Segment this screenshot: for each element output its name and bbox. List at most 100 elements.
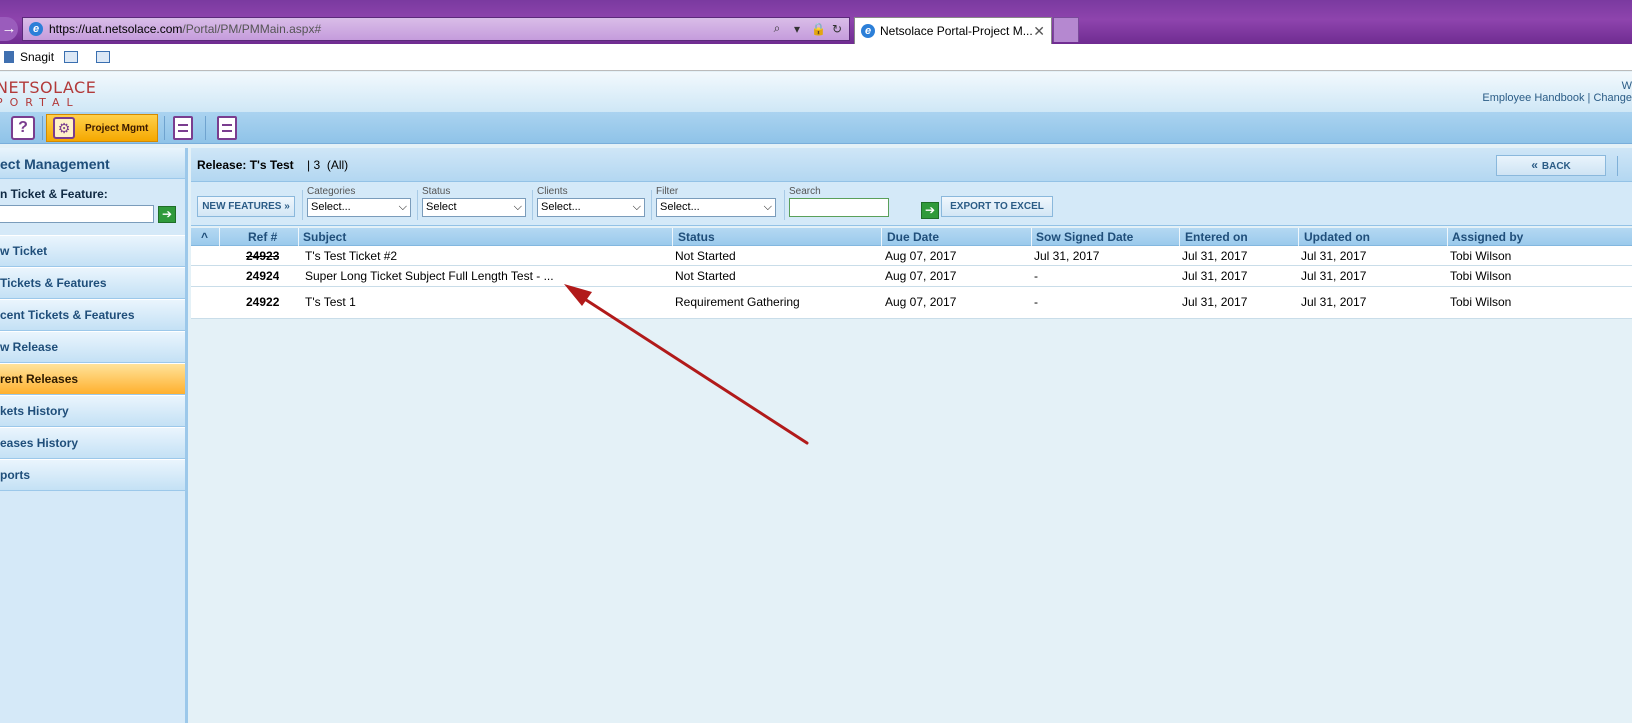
back-button[interactable]: «BACK [1496,155,1606,176]
cell-subject[interactable]: T's Test 1 [305,295,356,309]
cell-ref[interactable]: 24923 [246,249,279,263]
sidebar-item-releases-history[interactable]: eases History [0,427,185,459]
filter-divider [532,190,533,220]
cell-subject[interactable]: T's Test Ticket #2 [305,249,397,263]
sidebar-item-my-tickets-features[interactable]: Tickets & Features [0,267,185,299]
header-welcome: W [1621,80,1632,92]
netsolace-logo[interactable]: NETSOLACE PORTAL [0,80,96,109]
filter-divider [417,190,418,220]
ticket-search-input[interactable] [0,205,154,223]
cell-ref[interactable]: 24922 [246,295,279,309]
forward-arrow-icon[interactable]: → [0,17,18,41]
header-links[interactable]: Employee Handbook | Change [1482,92,1632,104]
search-input[interactable] [789,198,889,217]
project-mgmt-button[interactable]: ⚙ Project Mgmt [46,114,158,142]
cell-assigned-by: Tobi Wilson [1450,269,1512,283]
cell-status: Not Started [675,269,736,283]
lock-icon[interactable]: 🔒 [811,22,826,36]
search-icon[interactable]: ⌕ [771,21,783,36]
cell-due-date: Aug 07, 2017 [885,269,957,283]
filter-divider [302,190,303,220]
cell-due-date: Aug 07, 2017 [885,249,957,263]
sidebar-item-current-releases[interactable]: rent Releases [0,363,185,395]
chevron-down-icon: ⌵ [763,201,772,213]
categories-select[interactable]: Select... ⌵ [307,198,411,217]
notebook-button[interactable] [170,114,196,142]
column-divider [1447,228,1448,246]
status-caption: Status [422,186,451,197]
filter-caption: Filter [656,186,679,197]
column-updated-on[interactable]: Updated on [1304,230,1370,244]
favorite-2[interactable] [64,51,86,63]
column-ref[interactable]: Ref # [248,230,277,244]
column-sow-signed-date[interactable]: Sow Signed Date [1036,230,1133,244]
url-host: https://uat.netsolace.com [49,22,183,36]
ticket-search-label: n Ticket & Feature: [0,187,108,201]
filter-bar: NEW FEATURES » Categories Select... ⌵ Sta… [191,182,1632,226]
toolbar-divider [42,116,43,140]
status-select[interactable]: Select ⌵ [422,198,526,217]
filter-filter: Filter Select... ⌵ [656,186,776,217]
sidebar-item-new-ticket[interactable]: w Ticket [0,235,185,267]
column-subject[interactable]: Subject [303,230,346,244]
tickets-grid: ^ Ref # Subject Status Due Date Sow Sign… [191,228,1632,319]
cell-updated-on: Jul 31, 2017 [1301,269,1367,283]
refresh-icon[interactable]: ↻ [831,22,843,36]
project-gear-icon: ⚙ [53,117,75,139]
filter-divider [784,190,785,220]
toolbar-divider [205,116,206,140]
help-icon: ? [11,116,35,140]
table-row[interactable]: 24922 T's Test 1 Requirement Gathering A… [191,287,1632,319]
categories-value: Select... [311,201,351,213]
column-divider [672,228,673,246]
help-button[interactable]: ? [10,114,36,142]
web-slice-icon [96,51,111,63]
cell-subject[interactable]: Super Long Ticket Subject Full Length Te… [305,269,554,283]
cell-assigned-by: Tobi Wilson [1450,249,1512,263]
header-divider [1617,156,1618,176]
favorite-label: Snagit [20,50,55,64]
search-go-button[interactable]: ➔ [921,202,939,219]
column-status[interactable]: Status [678,230,715,244]
sidebar-item-new-release[interactable]: w Release [0,331,185,363]
search-caption: Search [789,186,821,197]
new-tab-button[interactable] [1053,17,1079,42]
cell-ref[interactable]: 24924 [246,269,279,283]
favorites-bar: Snagit [0,44,1632,71]
sidebar-item-tickets-history[interactable]: kets History [0,395,185,427]
documents-button[interactable] [214,114,240,142]
snagit-icon [4,51,14,63]
filter-select[interactable]: Select... ⌵ [656,198,776,217]
column-entered-on[interactable]: Entered on [1185,230,1248,244]
clients-select[interactable]: Select... ⌵ [537,198,645,217]
column-due-date[interactable]: Due Date [887,230,939,244]
clients-filter: Clients Select... ⌵ [537,186,645,217]
filter-value: Select... [660,201,700,213]
toolbar-divider [164,116,165,140]
sidebar-item-reports[interactable]: ports [0,459,185,491]
dropdown-icon[interactable]: ▾ [791,22,803,36]
release-scope[interactable]: (All) [327,158,348,172]
browser-tab-active[interactable]: e Netsolace Portal-Project M... ✕ [854,17,1052,44]
table-row[interactable]: 24923 T's Test Ticket #2 Not Started Aug… [191,246,1632,266]
export-to-excel-button[interactable]: EXPORT TO EXCEL [941,196,1053,217]
filter-divider [651,190,652,220]
cell-entered-on: Jul 31, 2017 [1182,269,1248,283]
favorite-snagit[interactable]: Snagit [4,50,54,64]
cell-sow-signed-date: - [1034,295,1038,309]
sort-icon[interactable]: ^ [201,230,208,244]
app-toolbar: ? ⚙ Project Mgmt [0,112,1632,144]
cell-status: Not Started [675,249,736,263]
favorite-3[interactable] [96,51,118,63]
column-assigned-by[interactable]: Assigned by [1452,230,1523,244]
address-bar[interactable]: e https://uat.netsolace.com/Portal/PM/PM… [22,17,850,41]
table-row[interactable]: 24924 Super Long Ticket Subject Full Len… [191,266,1632,287]
url-text[interactable]: https://uat.netsolace.com/Portal/PM/PMMa… [49,22,321,36]
close-icon[interactable]: ✕ [1033,23,1045,40]
sidebar-item-recent-tickets-features[interactable]: cent Tickets & Features [0,299,185,331]
column-divider [1031,228,1032,246]
ticket-search-go-button[interactable]: ➔ [158,206,176,223]
cell-entered-on: Jul 31, 2017 [1182,295,1248,309]
document-icon [217,116,237,140]
new-features-button[interactable]: NEW FEATURES » [197,196,295,217]
